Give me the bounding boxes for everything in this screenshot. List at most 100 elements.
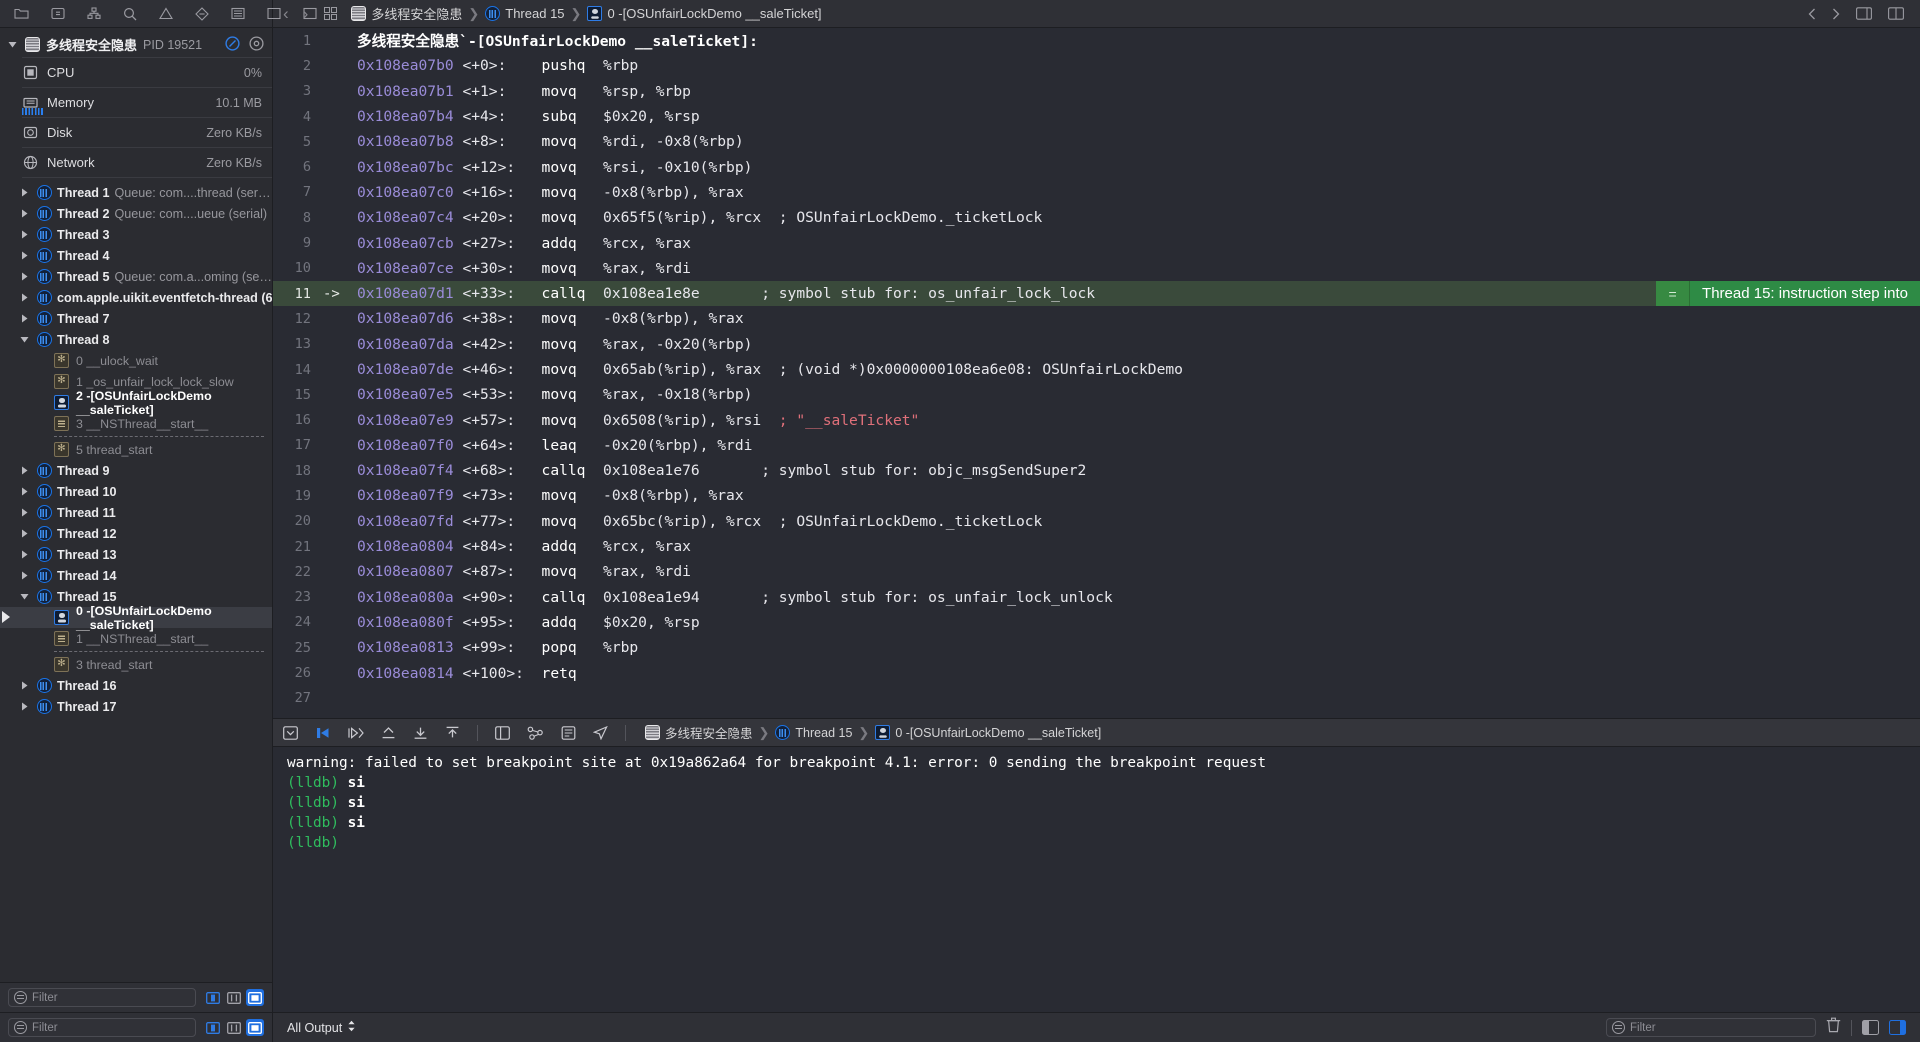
assembly-line[interactable]: 3 0x108ea07b1 <+1>: movq %rsp, %rbp [273, 79, 1920, 104]
disclosure-triangle-closed-icon[interactable] [18, 314, 31, 323]
thread-row[interactable]: Thread 4 [0, 245, 272, 266]
assembly-line[interactable]: 26 0x108ea0814 <+100>: retq [273, 660, 1920, 685]
thread-row[interactable]: Thread 14 [0, 565, 272, 586]
stack-frame-row[interactable]: 2 -[OSUnfairLockDemo __saleTicket] [0, 389, 272, 417]
thread-view-icon[interactable] [527, 726, 544, 740]
step-out-2-icon[interactable] [445, 726, 460, 740]
breadcrumb-item-frame[interactable]: 0 -[OSUnfairLockDemo __saleTicket] [587, 6, 822, 21]
stack-frame-row[interactable]: 5 thread_start [0, 439, 272, 460]
trash-icon[interactable] [1826, 1017, 1841, 1038]
assembly-line[interactable]: 9 0x108ea07cb <+27>: addq %rcx, %rax [273, 230, 1920, 255]
hierarchy-icon[interactable] [87, 7, 101, 20]
search-icon[interactable] [123, 7, 137, 21]
toggle-inspector-icon[interactable] [1856, 7, 1872, 20]
related-items-icon[interactable] [324, 7, 338, 20]
thread-row[interactable]: Thread 13 [0, 544, 272, 565]
memory-graph-icon[interactable] [561, 725, 576, 740]
folder-icon[interactable] [14, 7, 29, 20]
disclosure-triangle-open-icon[interactable] [6, 40, 19, 49]
assembly-line[interactable]: 1 多线程安全隐患`-[OSUnfairLockDemo __saleTicket… [273, 28, 1920, 53]
assembly-line[interactable]: 19 0x108ea07f9 <+73>: movq -0x8(%rbp), %r… [273, 483, 1920, 508]
debug-navigator-icon[interactable] [231, 7, 245, 20]
show-queues-icon[interactable] [225, 1019, 243, 1036]
assembly-line[interactable]: 18 0x108ea07f4 <+68>: callq 0x108ea1e76 ;… [273, 458, 1920, 483]
thread-row[interactable]: Thread 2 Queue: com....ueue (serial) [0, 203, 272, 224]
debug-breadcrumb-thread[interactable]: Thread 15 [775, 725, 852, 740]
show-console-only-icon[interactable] [1862, 1020, 1879, 1035]
thread-row[interactable]: Thread 9 [0, 460, 272, 481]
back-button[interactable]: ‹ [283, 4, 289, 24]
assembly-line[interactable]: 25 0x108ea0813 <+99>: popq %rbp [273, 635, 1920, 660]
thread-row[interactable]: Thread 7 [0, 308, 272, 329]
disclosure-triangle-open-icon[interactable] [18, 592, 31, 601]
disclosure-triangle-closed-icon[interactable] [18, 508, 31, 517]
assembly-line[interactable]: 4 0x108ea07b4 <+4>: subq $0x20, %rsp [273, 104, 1920, 129]
pause-gauge-icon[interactable] [225, 35, 240, 54]
disclosure-triangle-closed-icon[interactable] [18, 251, 31, 260]
simulate-location-icon[interactable] [593, 725, 608, 740]
output-scope-popup[interactable]: All Output [287, 1020, 356, 1035]
thread-row[interactable]: Thread 16 [0, 675, 272, 696]
gauge-row-memory[interactable]: Memory 10.1 MB [0, 88, 272, 117]
thread-row[interactable]: Thread 1 Queue: com....thread (serial) [0, 182, 272, 203]
show-only-crashed-icon[interactable] [204, 1019, 222, 1036]
disclosure-triangle-open-icon[interactable] [18, 335, 31, 344]
assembly-line[interactable]: 17 0x108ea07f0 <+64>: leaq -0x20(%rbp), %… [273, 433, 1920, 458]
disclosure-triangle-closed-icon[interactable] [18, 230, 31, 239]
thread-row[interactable]: Thread 11 [0, 502, 272, 523]
show-all-frames-icon[interactable] [246, 989, 264, 1006]
gauge-row-cpu[interactable]: CPU 0% [0, 58, 272, 87]
debug-breadcrumb-project[interactable]: 多线程安全隐患 [645, 723, 753, 742]
step-banner-equals[interactable]: = [1656, 281, 1691, 307]
show-queues-icon[interactable] [225, 989, 243, 1006]
console-output[interactable]: warning: failed to set breakpoint site a… [273, 747, 1920, 1012]
disclosure-triangle-closed-icon[interactable] [18, 702, 31, 711]
assembly-line[interactable]: 12 0x108ea07d6 <+38>: movq -0x8(%rbp), %r… [273, 306, 1920, 331]
assembly-line[interactable]: 8 0x108ea07c4 <+20>: movq 0x65f5(%rip), %… [273, 205, 1920, 230]
thread-row[interactable]: Thread 12 [0, 523, 272, 544]
gauge-row-disk[interactable]: Disk Zero KB/s [0, 118, 272, 147]
view-options-icon[interactable] [249, 35, 264, 54]
disclosure-triangle-closed-icon[interactable] [18, 293, 31, 302]
navigator-filter-field[interactable]: Filter [8, 988, 196, 1007]
assembly-line[interactable]: 23 0x108ea080a <+90>: callq 0x108ea1e94 ;… [273, 585, 1920, 610]
breadcrumb-item-project[interactable]: 多线程安全隐患 [351, 4, 462, 23]
debug-breadcrumb-frame[interactable]: 0 -[OSUnfairLockDemo __saleTicket] [875, 725, 1101, 740]
step-out-icon[interactable] [413, 726, 428, 740]
assembly-line[interactable]: 16 0x108ea07e9 <+57>: movq 0x6508(%rip), … [273, 407, 1920, 432]
disclosure-triangle-closed-icon[interactable] [18, 681, 31, 690]
assembly-line[interactable]: 22 0x108ea0807 <+87>: movq %rax, %rdi [273, 559, 1920, 584]
navigator-filter-field-bottom[interactable]: Filter [8, 1018, 196, 1037]
thread-row[interactable]: Thread 10 [0, 481, 272, 502]
assembly-line[interactable]: 21 0x108ea0804 <+84>: addq %rcx, %rax [273, 534, 1920, 559]
disclosure-triangle-closed-icon[interactable] [18, 209, 31, 218]
assembly-line[interactable]: 24 0x108ea080f <+95>: addq $0x20, %rsp [273, 610, 1920, 635]
debug-navigator-scroll[interactable]: 多线程安全隐患 PID 19521 CPU 0% Memory 10.1 MB … [0, 28, 272, 982]
assembly-line[interactable]: 6 0x108ea07bc <+12>: movq %rsi, -0x10(%rb… [273, 154, 1920, 179]
breadcrumb-item-thread[interactable]: Thread 15 [485, 6, 565, 21]
step-over-icon[interactable] [347, 726, 364, 740]
view-hierarchy-icon[interactable] [495, 725, 510, 740]
thread-row[interactable]: Thread 8 [0, 329, 272, 350]
stack-frame-row[interactable]: 1 __NSThread__start__ [0, 628, 272, 649]
assembly-line[interactable]: 10 0x108ea07ce <+30>: movq %rax, %rdi [273, 256, 1920, 281]
continue-icon[interactable] [315, 726, 330, 740]
console-filter-field[interactable]: Filter [1606, 1018, 1816, 1037]
chevron-left-icon[interactable] [1808, 8, 1816, 20]
disclosure-triangle-closed-icon[interactable] [18, 487, 31, 496]
disclosure-triangle-closed-icon[interactable] [18, 571, 31, 580]
stack-frame-row[interactable]: 0 __ulock_wait [0, 350, 272, 371]
stack-frame-row[interactable]: 3 thread_start [0, 654, 272, 675]
disclosure-triangle-closed-icon[interactable] [18, 466, 31, 475]
assembly-line[interactable]: 14 0x108ea07de <+46>: movq 0x65ab(%rip), … [273, 357, 1920, 382]
assembly-editor[interactable]: 1 多线程安全隐患`-[OSUnfairLockDemo __saleTicket… [273, 28, 1920, 718]
assembly-line[interactable]: 2 0x108ea07b0 <+0>: pushq %rbp [273, 53, 1920, 78]
hide-debug-area-icon[interactable] [283, 725, 298, 740]
assembly-line[interactable]: 27 [273, 686, 1920, 711]
disclosure-triangle-closed-icon[interactable] [18, 272, 31, 281]
forward-button[interactable]: › [303, 4, 309, 24]
assembly-line[interactable]: 5 0x108ea07b8 <+8>: movq %rdi, -0x8(%rbp) [273, 129, 1920, 154]
show-variables-only-icon[interactable] [1889, 1020, 1906, 1035]
thread-row[interactable]: Thread 5 Queue: com.a...oming (serial) [0, 266, 272, 287]
toggle-editor-layout-icon[interactable] [1888, 7, 1904, 20]
